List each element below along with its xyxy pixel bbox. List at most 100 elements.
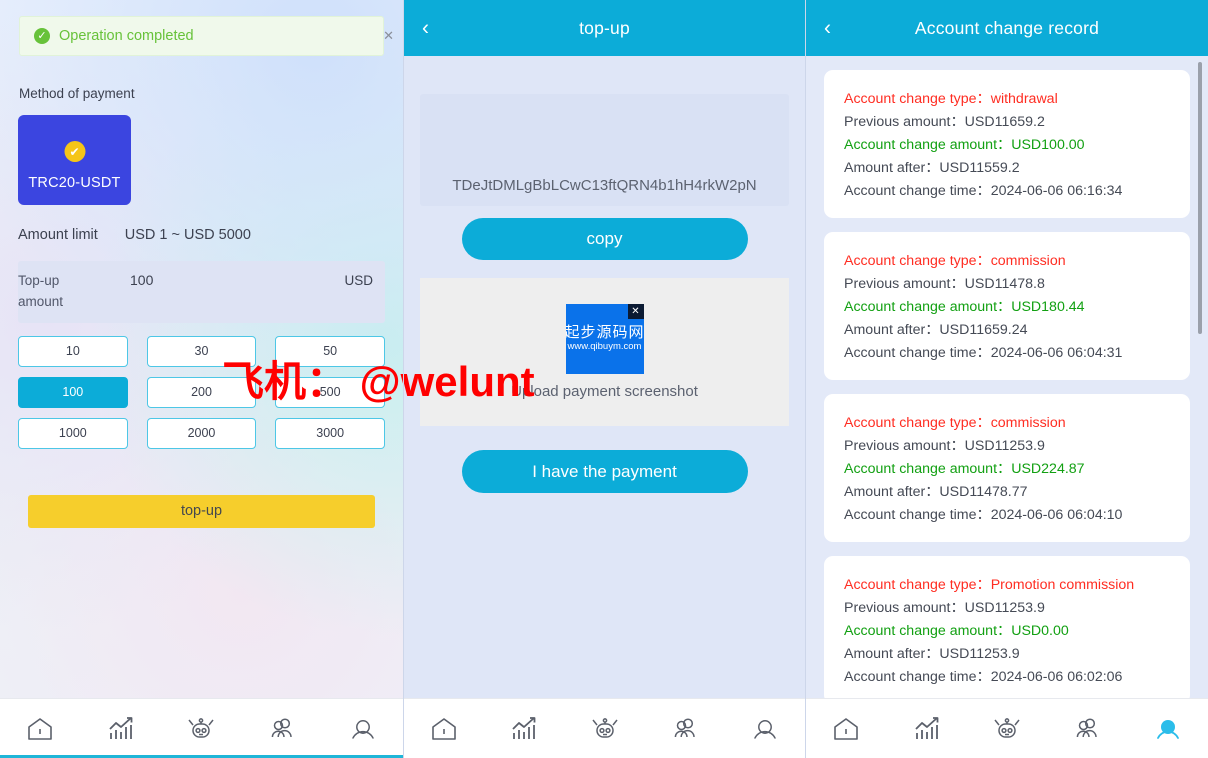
method-of-payment-label: Method of payment — [19, 86, 135, 101]
nav-item-robot[interactable] — [161, 715, 242, 743]
quick-amount-4[interactable]: 200 — [146, 376, 257, 408]
nav-item-home[interactable] — [404, 715, 484, 743]
quick-amount-6[interactable]: 1000 — [18, 417, 128, 449]
record-list-scrollbar[interactable] — [1198, 62, 1202, 334]
quick-amount-0[interactable]: 10 — [18, 335, 128, 367]
mid-page-title: top-up — [579, 17, 630, 38]
record-amount-value: USD0.00 — [1011, 623, 1069, 639]
record-type-line: Account change type：withdrawal — [844, 88, 1170, 111]
nav-item-profile[interactable] — [322, 715, 403, 743]
record-type-value: commission — [990, 253, 1066, 269]
record-after-line: Amount after：USD11478.77 — [844, 481, 1170, 504]
record-card[interactable]: Account change type：commission Previous … — [824, 394, 1190, 542]
three-panel-screenshot: ✓ Operation completed ✕ Method of paymen… — [0, 0, 1208, 758]
nav-item-home[interactable] — [0, 715, 81, 743]
record-amount-line: Account change amount：USD100.00 — [844, 134, 1170, 157]
record-time-value: 2024-06-06 06:02:06 — [990, 669, 1123, 685]
quick-amount-5[interactable]: 500 — [275, 376, 385, 408]
nav-item-users[interactable] — [1047, 715, 1127, 743]
back-chevron-icon[interactable]: ‹ — [824, 18, 831, 39]
quick-amount-2[interactable]: 50 — [275, 335, 385, 367]
record-type-label: Account change type： — [844, 253, 991, 269]
selected-check-icon: ✔ — [64, 141, 85, 162]
record-amount-value: USD100.00 — [1011, 137, 1085, 153]
record-after-value: USD11253.9 — [939, 646, 1020, 662]
record-amount-value: USD224.87 — [1011, 461, 1085, 477]
upload-hint-label: Upload payment screenshot — [511, 383, 698, 400]
record-amount-value: USD180.44 — [1011, 299, 1085, 315]
profile-icon — [1156, 719, 1179, 739]
confirm-payment-button[interactable]: I have the payment — [461, 450, 748, 493]
topup-submit-button[interactable]: top-up — [28, 494, 375, 528]
nav-item-robot[interactable] — [967, 715, 1047, 743]
upload-screenshot-area[interactable]: 起步源码网 www.qibuym.com ✕ Upload payment sc… — [420, 278, 789, 426]
record-type-line: Account change type：commission — [844, 412, 1170, 435]
record-amount-label: Account change amount： — [844, 137, 1012, 153]
payment-method-trc20-usdt[interactable]: ✔ TRC20-USDT — [18, 115, 131, 205]
nav-item-chart[interactable] — [886, 715, 966, 743]
record-previous-line: Previous amount：USD11253.9 — [844, 435, 1170, 458]
mid-header: ‹ top-up — [404, 0, 805, 56]
record-time-value: 2024-06-06 06:04:10 — [990, 507, 1123, 523]
record-time-value: 2024-06-06 06:04:31 — [990, 345, 1123, 361]
nav-item-users[interactable] — [242, 715, 323, 743]
wallet-address-card: TDeJtDMLgBbLCwC13ftQRN4b1hH4rkW2pN — [420, 94, 789, 206]
topup-amount-input[interactable] — [104, 271, 345, 288]
uploaded-thumbnail[interactable]: 起步源码网 www.qibuym.com ✕ — [565, 304, 644, 374]
record-amount-line: Account change amount：USD0.00 — [844, 620, 1170, 643]
topup-address-panel: ‹ top-up TDeJtDMLgBbLCwC13ftQRN4b1hH4rkW… — [403, 0, 805, 758]
record-card[interactable]: Account change type：Promotion commission… — [824, 556, 1190, 698]
record-card[interactable]: Account change type：commission Previous … — [824, 232, 1190, 380]
copy-address-button[interactable]: copy — [461, 218, 748, 260]
chart-icon — [512, 716, 536, 739]
quick-amount-1[interactable]: 30 — [146, 335, 257, 367]
record-type-value: commission — [990, 415, 1066, 431]
thumbnail-url-text: www.qibuym.com — [567, 341, 642, 353]
thumbnail-cn-text: 起步源码网 — [565, 323, 644, 341]
remove-thumbnail-icon[interactable]: ✕ — [627, 304, 644, 319]
record-amount-label: Account change amount： — [844, 299, 1012, 315]
nav-item-profile[interactable] — [1128, 715, 1208, 743]
quick-amount-3[interactable]: 100 — [18, 376, 128, 408]
home-icon — [432, 717, 456, 740]
right-page-title: Account change record — [914, 17, 1100, 38]
quick-amount-grid: 10 30 50 100 200 500 1000 2000 3000 — [18, 335, 385, 449]
record-previous-value: USD11659.2 — [964, 114, 1045, 130]
record-type-value: Promotion commission — [990, 577, 1135, 593]
robot-icon — [994, 717, 1020, 738]
close-icon[interactable]: ✕ — [383, 29, 394, 42]
bottom-nav-left — [0, 698, 403, 758]
toast-message: Operation completed — [59, 28, 194, 44]
record-previous-line: Previous amount：USD11478.8 — [844, 273, 1170, 296]
record-previous-label: Previous amount： — [844, 276, 965, 292]
record-list[interactable]: Account change type：withdrawal Previous … — [806, 56, 1208, 698]
record-after-value: USD11478.77 — [939, 484, 1028, 500]
nav-item-robot[interactable] — [564, 715, 644, 743]
record-previous-value: USD11253.9 — [964, 600, 1045, 616]
record-time-label: Account change time： — [844, 345, 991, 361]
quick-amount-7[interactable]: 2000 — [146, 417, 257, 449]
home-icon — [834, 717, 859, 740]
record-time-value: 2024-06-06 06:16:34 — [990, 183, 1123, 199]
users-icon — [1077, 717, 1098, 737]
nav-item-profile[interactable] — [725, 715, 805, 743]
nav-item-home[interactable] — [806, 715, 886, 743]
record-previous-line: Previous amount：USD11253.9 — [844, 597, 1170, 620]
users-icon — [271, 717, 292, 737]
record-type-label: Account change type： — [844, 577, 991, 593]
nav-item-chart[interactable] — [81, 715, 162, 743]
record-type-label: Account change type： — [844, 415, 991, 431]
check-circle-icon: ✓ — [34, 28, 50, 44]
amount-limit-label: Amount limit — [18, 227, 98, 243]
record-amount-label: Account change amount： — [844, 461, 1012, 477]
nav-item-users[interactable] — [645, 715, 725, 743]
record-time-label: Account change time： — [844, 183, 991, 199]
quick-amount-8[interactable]: 3000 — [275, 417, 385, 449]
topup-amount-field: Top-up amount USD — [18, 261, 385, 323]
record-card[interactable]: Account change type：withdrawal Previous … — [824, 70, 1190, 218]
nav-item-chart[interactable] — [484, 715, 564, 743]
back-chevron-icon[interactable]: ‹ — [422, 18, 429, 39]
account-change-record-panel: ‹ Account change record Account change t… — [805, 0, 1208, 758]
amount-limit-value: USD 1 ~ USD 5000 — [124, 227, 251, 243]
record-time-label: Account change time： — [844, 669, 991, 685]
